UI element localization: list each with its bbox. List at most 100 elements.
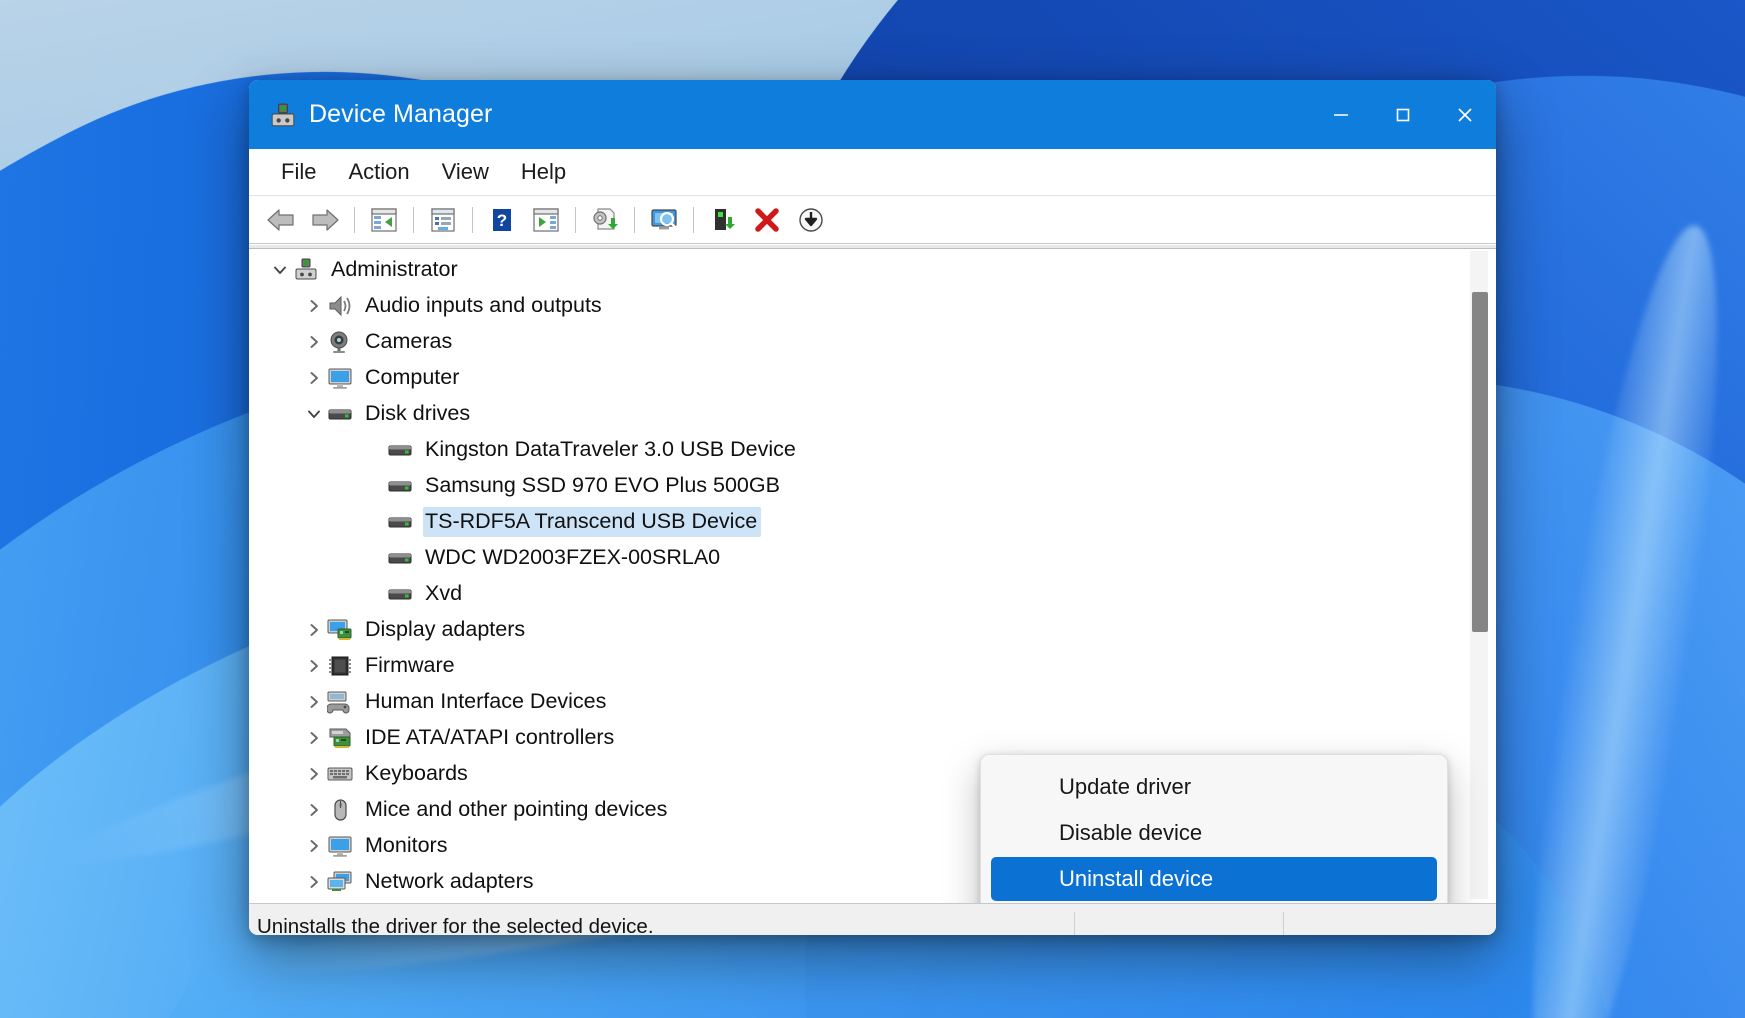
toolbar-separator — [413, 207, 414, 233]
tree-node-label: Human Interface Devices — [363, 687, 610, 717]
camera-icon — [327, 330, 354, 354]
tree-node[interactable]: Administrator — [249, 252, 1496, 288]
tree-node[interactable]: Samsung SSD 970 EVO Plus 500GB — [249, 468, 1496, 504]
help-icon[interactable]: ? — [480, 200, 524, 240]
tree-node-label: Display adapters — [363, 615, 529, 645]
chevron-down-icon[interactable] — [301, 401, 327, 427]
tree-node-label: Keyboards — [363, 759, 472, 789]
tree-node[interactable]: Firmware — [249, 648, 1496, 684]
toolbar-separator — [575, 207, 576, 233]
status-bar-text: Uninstalls the driver for the selected d… — [249, 915, 1074, 936]
disk-drive-icon — [387, 582, 414, 606]
mouse-icon — [327, 798, 354, 822]
tree-node[interactable]: TS-RDF5A Transcend USB Device — [249, 504, 1496, 540]
monitor-icon — [327, 834, 354, 858]
menu-item-action[interactable]: Action — [332, 156, 425, 188]
firmware-chip-icon — [327, 654, 354, 678]
scan-hardware-changes-icon[interactable] — [642, 200, 686, 240]
toolbar-separator — [693, 207, 694, 233]
chevron-right-icon[interactable] — [301, 365, 327, 391]
ide-controller-icon — [327, 726, 354, 750]
tree-node[interactable]: Audio inputs and outputs — [249, 288, 1496, 324]
title-bar-left: Device Manager — [249, 100, 492, 129]
tree-node[interactable]: Computer — [249, 360, 1496, 396]
vertical-scrollbar-thumb[interactable] — [1472, 292, 1488, 632]
disable-device-icon[interactable] — [789, 200, 833, 240]
tree-node-label: Administrator — [329, 255, 462, 285]
tree-node-label: TS-RDF5A Transcend USB Device — [423, 507, 761, 537]
minimize-button[interactable] — [1310, 80, 1372, 149]
desktop-wallpaper: Device Manager File Action View Help — [0, 0, 1745, 1018]
status-bar: Uninstalls the driver for the selected d… — [249, 903, 1496, 935]
tree-node-label: Firmware — [363, 651, 459, 681]
forward-icon[interactable] — [303, 200, 347, 240]
uninstall-device-icon[interactable] — [745, 200, 789, 240]
tree-node-label: IDE ATA/ATAPI controllers — [363, 723, 618, 753]
window-title: Device Manager — [309, 100, 492, 129]
toolbar-separator — [472, 207, 473, 233]
menu-item-file[interactable]: File — [265, 156, 332, 188]
tree-node-label: Disk drives — [363, 399, 474, 429]
chevron-right-icon[interactable] — [301, 833, 327, 859]
computer-node-icon — [293, 258, 320, 282]
disk-drive-icon — [387, 438, 414, 462]
maximize-button[interactable] — [1372, 80, 1434, 149]
pane-splitter — [249, 245, 1496, 249]
tree-node-label: Computer — [363, 363, 463, 393]
disk-drive-icon — [387, 510, 414, 534]
properties-icon[interactable] — [421, 200, 465, 240]
disk-drive-icon — [387, 546, 414, 570]
tree-node[interactable]: Kingston DataTraveler 3.0 USB Device — [249, 432, 1496, 468]
tree-node[interactable]: Xvd — [249, 576, 1496, 612]
tree-node[interactable]: Display adapters — [249, 612, 1496, 648]
context-menu-item[interactable]: Update driver — [991, 765, 1437, 809]
hid-icon — [327, 690, 354, 714]
tree-node-label: Kingston DataTraveler 3.0 USB Device — [423, 435, 800, 465]
tree-node[interactable]: Cameras — [249, 324, 1496, 360]
status-bar-cell-3 — [1284, 912, 1496, 936]
chevron-right-icon[interactable] — [301, 293, 327, 319]
update-driver-icon[interactable] — [583, 200, 627, 240]
menu-item-help[interactable]: Help — [505, 156, 582, 188]
chevron-right-icon[interactable] — [301, 725, 327, 751]
toolbar-separator — [354, 207, 355, 233]
speaker-icon — [327, 294, 354, 318]
show-hide-action-pane-icon[interactable] — [524, 200, 568, 240]
tree-node[interactable]: WDC WD2003FZEX-00SRLA0 — [249, 540, 1496, 576]
tree-node[interactable]: Human Interface Devices — [249, 684, 1496, 720]
close-button[interactable] — [1434, 80, 1496, 149]
context-menu-item[interactable]: Uninstall device — [991, 857, 1437, 901]
tree-node[interactable]: Disk drives — [249, 396, 1496, 432]
toolbar: ? — [249, 196, 1496, 244]
device-tree-pane: Administrator Audio inputs and outputs Cam… — [249, 244, 1496, 903]
tree-node-label: Network adapters — [363, 867, 538, 897]
tree-node[interactable]: IDE ATA/ATAPI controllers — [249, 720, 1496, 756]
chevron-right-icon[interactable] — [301, 653, 327, 679]
menu-item-view[interactable]: View — [426, 156, 505, 188]
back-icon[interactable] — [259, 200, 303, 240]
tree-node-label: Monitors — [363, 831, 451, 861]
tree-node-label: Cameras — [363, 327, 456, 357]
chevron-right-icon[interactable] — [301, 869, 327, 895]
tree-node-label: Mice and other pointing devices — [363, 795, 671, 825]
chevron-down-icon[interactable] — [267, 257, 293, 283]
show-hide-console-tree-icon[interactable] — [362, 200, 406, 240]
menu-bar: File Action View Help — [249, 149, 1496, 196]
svg-text:?: ? — [497, 211, 507, 230]
chevron-right-icon[interactable] — [301, 797, 327, 823]
enable-device-icon[interactable] — [701, 200, 745, 240]
keyboard-icon — [327, 762, 354, 786]
context-menu: Update driverDisable deviceUninstall dev… — [980, 754, 1448, 903]
device-manager-icon — [270, 102, 296, 128]
chevron-right-icon[interactable] — [301, 689, 327, 715]
disk-drive-icon — [387, 474, 414, 498]
chevron-right-icon[interactable] — [301, 761, 327, 787]
chevron-right-icon[interactable] — [301, 329, 327, 355]
tree-node-label: Audio inputs and outputs — [363, 291, 606, 321]
context-menu-item[interactable]: Disable device — [991, 811, 1437, 855]
tree-node-label: Xvd — [423, 579, 466, 609]
display-adapter-icon — [327, 618, 354, 642]
device-manager-window: Device Manager File Action View Help — [249, 80, 1496, 935]
chevron-right-icon[interactable] — [301, 617, 327, 643]
status-bar-cell-2 — [1075, 912, 1283, 936]
